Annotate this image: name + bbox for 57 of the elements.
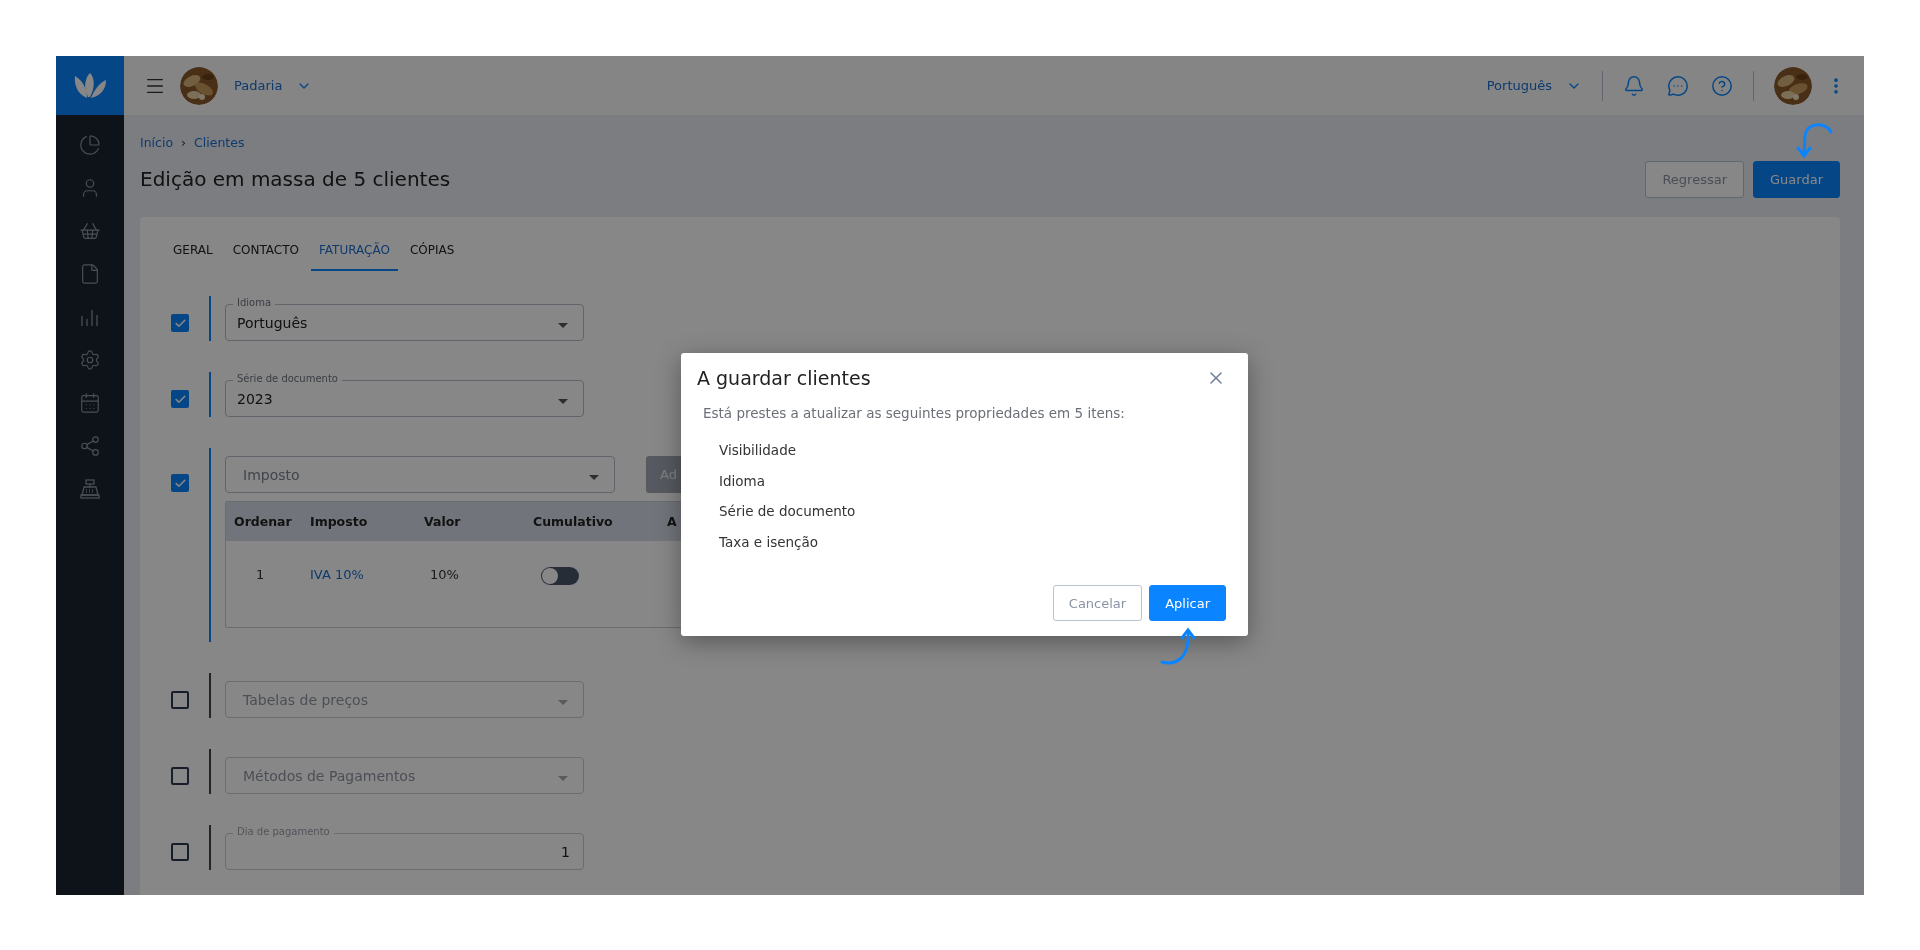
property-item: Visibilidade bbox=[719, 441, 797, 460]
curved-arrow-icon bbox=[1158, 626, 1198, 666]
checkbox[interactable] bbox=[171, 767, 189, 785]
field-label: Série de documento bbox=[233, 373, 342, 385]
caret-icon bbox=[589, 474, 599, 480]
logo-icon bbox=[73, 71, 107, 100]
toggle-switch[interactable] bbox=[541, 567, 579, 585]
table-cell-text: 10% bbox=[429, 567, 459, 582]
tax-link[interactable]: IVA 10% bbox=[302, 567, 364, 582]
language-selector[interactable]: Português bbox=[1486, 78, 1552, 93]
column-header: A bbox=[666, 514, 678, 529]
caret-icon bbox=[558, 322, 568, 328]
chat-icon[interactable] bbox=[1667, 74, 1689, 97]
field-label: Idioma bbox=[233, 297, 276, 309]
tab[interactable]: CONTACTO bbox=[224, 231, 307, 271]
caret-icon bbox=[558, 398, 568, 404]
property-item: Taxa e isenção bbox=[719, 532, 820, 552]
breadcrumb-link[interactable]: Início bbox=[140, 135, 174, 151]
select-field[interactable]: Série de documento 2023 bbox=[225, 372, 584, 417]
tab[interactable]: FATURAÇÃO bbox=[311, 231, 398, 271]
curved-arrow-icon bbox=[1794, 120, 1834, 160]
check-icon bbox=[173, 476, 187, 490]
property-item: Série de documento bbox=[719, 502, 857, 521]
checkbox[interactable] bbox=[171, 390, 189, 408]
caret-icon bbox=[558, 699, 568, 705]
help-icon[interactable] bbox=[1711, 74, 1733, 97]
check-icon bbox=[173, 316, 187, 330]
cancel-button[interactable]: Cancelar bbox=[1052, 585, 1143, 621]
column-header: Cumulativo bbox=[532, 514, 614, 529]
table-cell-text: 1 bbox=[255, 567, 265, 582]
column-header: Ordenar bbox=[233, 514, 293, 529]
column-header: Valor bbox=[423, 514, 462, 529]
notifications-icon[interactable] bbox=[1623, 74, 1645, 97]
tab[interactable]: CÓPIAS bbox=[401, 231, 463, 271]
save-button[interactable]: Guardar bbox=[1753, 160, 1840, 198]
check-icon bbox=[173, 392, 187, 406]
page-title: Edição em massa de 5 clientes bbox=[140, 167, 451, 191]
breadcrumb-link[interactable]: Clientes bbox=[194, 135, 245, 151]
breadcrumb-separator: › bbox=[181, 135, 187, 151]
tab[interactable]: GERAL bbox=[165, 231, 221, 271]
select-field[interactable]: Tabelas de preços bbox=[225, 673, 584, 718]
logo-tile[interactable] bbox=[56, 56, 124, 115]
caret-icon bbox=[558, 775, 568, 781]
select-field[interactable]: Imposto bbox=[225, 448, 615, 493]
apply-button[interactable]: Aplicar bbox=[1149, 585, 1226, 621]
checkbox[interactable] bbox=[171, 314, 189, 332]
back-button[interactable]: Regressar bbox=[1645, 160, 1745, 198]
company-name[interactable]: Padaria bbox=[234, 78, 283, 93]
checkbox[interactable] bbox=[171, 691, 189, 709]
dialog-message: Está prestes a atualizar as seguintes propriedades em 5 itens: bbox=[703, 405, 1126, 421]
dialog-title: A guardar clientes bbox=[697, 367, 871, 389]
checkbox[interactable] bbox=[171, 474, 189, 492]
property-item: Idioma bbox=[719, 471, 766, 491]
column-header: Imposto bbox=[309, 514, 369, 529]
select-field[interactable]: Métodos de Pagamentos bbox=[225, 749, 584, 794]
select-field[interactable]: Idioma Português bbox=[225, 296, 584, 341]
checkbox[interactable] bbox=[171, 843, 189, 861]
